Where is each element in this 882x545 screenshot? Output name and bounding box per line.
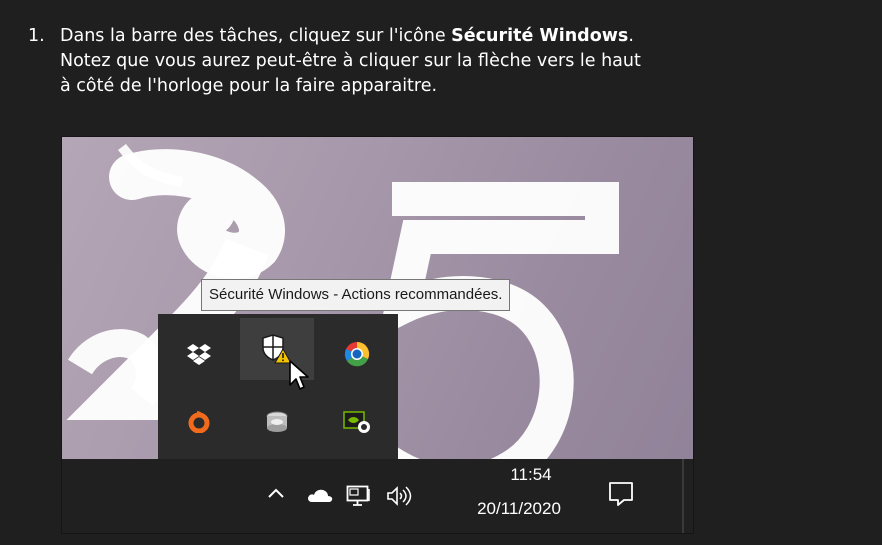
- hidden-icons-flyout: [158, 314, 398, 459]
- instruction-line-3: à côté de l'horloge pour la faire appara…: [60, 76, 438, 96]
- instruction-line-2: Notez que vous aurez peut-être à cliquer…: [60, 51, 641, 71]
- action-center-icon[interactable]: [608, 481, 636, 507]
- step-number: 1.: [28, 26, 45, 46]
- show-desktop-button[interactable]: [682, 459, 684, 533]
- desktop-screenshot: Sécurité Windows - Actions recommandées.: [61, 136, 694, 534]
- onedrive-icon[interactable]: [306, 487, 334, 503]
- storage-icon: [266, 411, 288, 432]
- tutorial-page: 1. Dans la barre des tâches, cliquez sur…: [0, 0, 882, 545]
- tooltip-windows-security: Sécurité Windows - Actions recommandées.: [201, 279, 511, 311]
- tray-slot-origin[interactable]: [162, 390, 236, 454]
- tray-slot-storage[interactable]: [240, 390, 314, 454]
- clock-date[interactable]: 20/11/2020: [454, 499, 584, 519]
- chrome-canary-icon: [344, 341, 370, 367]
- network-icon[interactable]: [346, 485, 372, 507]
- instruction-text: 1. Dans la barre des tâches, cliquez sur…: [28, 24, 878, 99]
- tray-slot-nvidia[interactable]: [320, 390, 394, 454]
- nvidia-icon: [343, 411, 370, 433]
- mouse-cursor-icon: [289, 360, 309, 390]
- instruction-line-1: Dans la barre des tâches, cliquez sur l'…: [60, 26, 634, 46]
- instruction-bold-term: Sécurité Windows: [451, 26, 629, 46]
- volume-icon[interactable]: [386, 485, 412, 507]
- clock-time[interactable]: 11:54: [476, 465, 586, 485]
- tray-slot-chrome-canary[interactable]: [320, 322, 394, 386]
- dropbox-icon: [187, 344, 211, 365]
- taskbar: 11:54 20/11/2020: [62, 459, 693, 533]
- origin-icon: [188, 411, 210, 433]
- chevron-up-icon[interactable]: [267, 487, 285, 499]
- tray-slot-dropbox[interactable]: [162, 322, 236, 386]
